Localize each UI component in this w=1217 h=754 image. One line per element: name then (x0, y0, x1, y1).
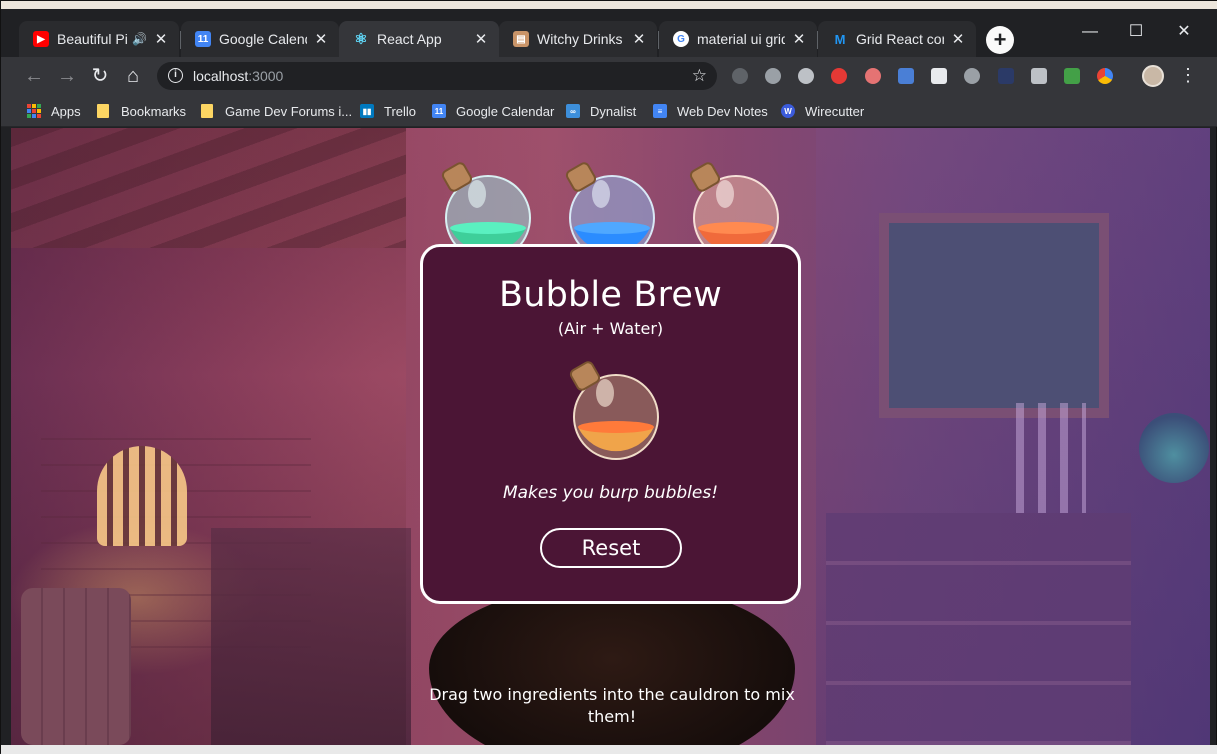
bookmark-web-dev-notes[interactable]: ≡ Web Dev Notes (653, 101, 768, 121)
bookmark-label: Bookmarks (121, 103, 187, 119)
cabinet (826, 513, 1131, 745)
close-icon[interactable]: ✕ (950, 30, 966, 48)
close-icon[interactable]: ✕ (313, 30, 329, 48)
color-picker-icon[interactable] (1097, 68, 1113, 84)
material-ui-icon: M (834, 31, 846, 47)
tab-grid-react[interactable]: M Grid React comp ✕ (818, 21, 976, 57)
bookmark-folder-bookmarks[interactable]: Bookmarks (97, 101, 186, 121)
bookmark-label: Wirecutter (805, 103, 865, 119)
docs-icon: ≡ (653, 104, 667, 118)
tab-title: Witchy Drinks | T (537, 31, 625, 47)
bookmark-star-icon[interactable]: ☆ (692, 62, 707, 90)
back-button[interactable]: ← (23, 65, 45, 87)
folder-icon (97, 104, 109, 118)
address-host: localhost (193, 68, 249, 84)
bookmarks-bar: Apps Bookmarks Game Dev Forums i... ▮▮ T… (1, 95, 1217, 127)
trello-icon: ▮▮ (360, 104, 374, 118)
tab-strip: ▶ Beautiful Pia 🔊 ✕ 11 Google Calendar ✕… (1, 9, 1217, 57)
folder-icon (201, 104, 213, 118)
bookmark-label: Google Calendar (456, 103, 555, 119)
info-icon[interactable]: i (168, 68, 183, 83)
extension-icon[interactable] (998, 68, 1014, 84)
app-viewport: Drag two ingredients into the cauldron t… (11, 128, 1210, 745)
bookmark-label: Apps (51, 103, 81, 119)
close-window-button[interactable]: ✕ (1161, 21, 1207, 47)
home-button[interactable]: ⌂ (122, 65, 144, 87)
extension-icon[interactable] (931, 68, 947, 84)
adblock-icon[interactable] (831, 68, 847, 84)
tab-title: Beautiful Pia (57, 31, 129, 47)
bookmark-google-calendar[interactable]: 11 Google Calendar (432, 101, 554, 121)
extension-icon[interactable] (732, 68, 748, 84)
address-port: :3000 (248, 68, 284, 84)
new-tab-button[interactable]: + (986, 26, 1014, 54)
forward-button[interactable]: → (56, 65, 78, 87)
bookmark-trello[interactable]: ▮▮ Trello (360, 101, 416, 121)
browser-toolbar: ← → ↻ ⌂ i localhost:3000 ☆ ⋮ (1, 57, 1217, 95)
react-icon: ⚛ (354, 31, 368, 48)
notebook-icon: ▤ (513, 31, 529, 47)
close-icon[interactable]: ✕ (791, 30, 807, 48)
barrel (21, 588, 131, 745)
bookmark-label: Dynalist (590, 103, 637, 119)
play-extension-icon[interactable] (798, 68, 814, 84)
google-calendar-icon: 11 (432, 104, 446, 118)
result-card: Bubble Brew (Air + Water) Makes you burp… (420, 244, 801, 604)
bookmark-label: Web Dev Notes (677, 103, 768, 119)
shield-icon[interactable] (865, 68, 881, 84)
result-subtitle: (Air + Water) (557, 319, 664, 338)
bookmark-label: Game Dev Forums i... (225, 103, 353, 119)
tab-material-ui-grid[interactable]: G material ui grid - ✕ (659, 21, 817, 57)
reload-button[interactable]: ↻ (89, 65, 111, 87)
tab-react-app[interactable]: ⚛ React App ✕ (339, 21, 499, 57)
tab-youtube[interactable]: ▶ Beautiful Pia 🔊 ✕ (19, 21, 179, 57)
bookmark-wirecutter[interactable]: W Wirecutter (781, 101, 864, 121)
roof-beams (11, 128, 406, 248)
google-icon: G (673, 31, 689, 47)
window-top-strip (1, 1, 1217, 9)
result-description: Makes you burp bubbles! (502, 483, 719, 503)
speaker-icon[interactable]: 🔊 (132, 32, 147, 46)
dynalist-icon: ∞ (566, 104, 580, 118)
extension-icon[interactable] (964, 68, 980, 84)
wirecutter-icon: W (781, 104, 795, 118)
chalkboard (879, 213, 1109, 418)
extension-icon[interactable] (765, 68, 781, 84)
close-icon[interactable]: ✕ (153, 30, 169, 48)
bubble-brew-potion-icon (569, 361, 659, 460)
bookmark-folder-game-dev[interactable]: Game Dev Forums i... (201, 101, 352, 121)
furnace-grate (97, 446, 187, 546)
close-icon[interactable]: ✕ (631, 30, 647, 48)
test-tubes (1016, 403, 1086, 513)
tab-google-calendar[interactable]: 11 Google Calendar ✕ (181, 21, 339, 57)
wooden-crate (211, 528, 411, 745)
bookmark-label: Trello (384, 103, 417, 119)
tab-title: React App (377, 31, 442, 47)
tab-title: material ui grid - (697, 31, 785, 47)
browser-window: ▶ Beautiful Pia 🔊 ✕ 11 Google Calendar ✕… (0, 0, 1217, 754)
address-bar[interactable]: i localhost:3000 ☆ (157, 62, 717, 90)
tab-title: Google Calendar (219, 31, 307, 47)
youtube-icon: ▶ (33, 31, 49, 47)
bookmark-dynalist[interactable]: ∞ Dynalist (566, 101, 636, 121)
google-calendar-icon: 11 (195, 31, 211, 47)
tab-witchy-drinks[interactable]: ▤ Witchy Drinks | T ✕ (499, 21, 657, 57)
minimize-button[interactable]: — (1067, 21, 1113, 47)
reset-button[interactable]: Reset (540, 528, 682, 568)
avatar[interactable] (1142, 65, 1164, 87)
close-icon[interactable]: ✕ (473, 30, 489, 48)
camera-icon[interactable] (1031, 68, 1047, 84)
bookmark-apps[interactable]: Apps (27, 101, 81, 121)
extension-icon[interactable] (1064, 68, 1080, 84)
flask (1139, 413, 1209, 483)
maximize-button[interactable]: ☐ (1113, 21, 1159, 47)
menu-icon[interactable]: ⋮ (1179, 63, 1197, 87)
cauldron-hint: Drag two ingredients into the cauldron t… (429, 685, 795, 726)
apps-grid-icon (27, 104, 41, 118)
extension-icon[interactable] (898, 68, 914, 84)
result-title: Bubble Brew (498, 275, 722, 315)
tab-title: Grid React comp (856, 31, 944, 47)
